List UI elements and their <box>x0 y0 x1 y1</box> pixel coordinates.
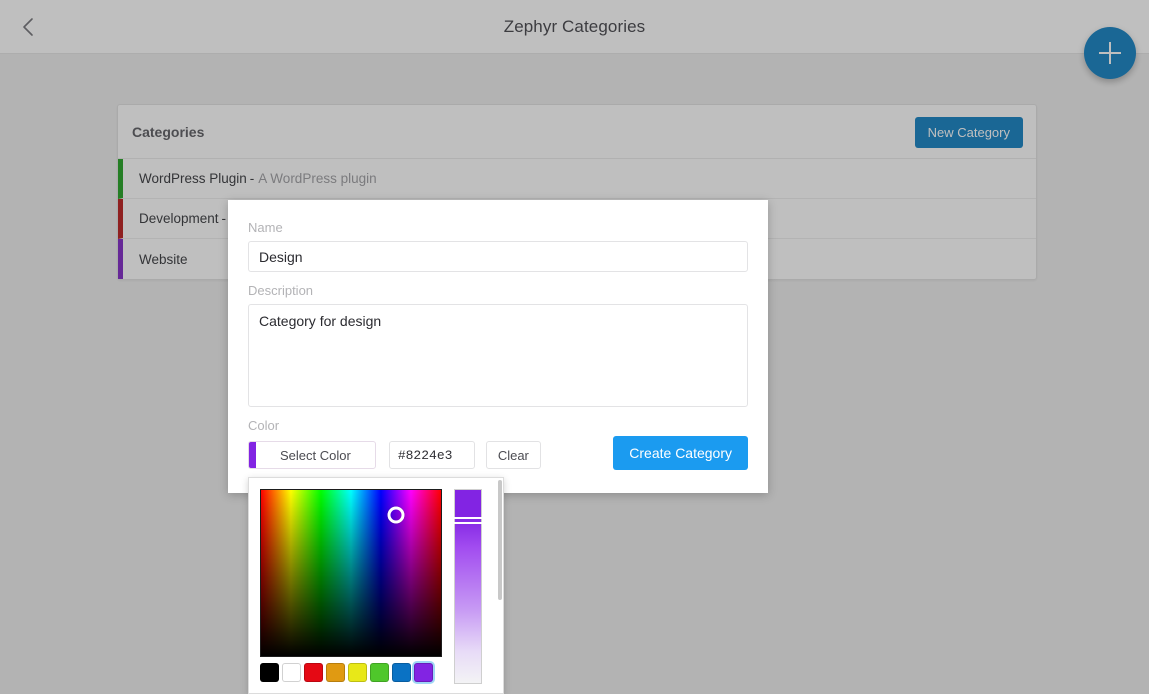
preset-swatch-blue[interactable] <box>392 663 411 682</box>
color-picker-left <box>260 489 442 682</box>
picker-scrollbar[interactable] <box>498 480 502 600</box>
description-field-group: Description <box>248 283 748 407</box>
preset-swatch-green[interactable] <box>370 663 389 682</box>
saturation-value-area[interactable] <box>260 489 442 657</box>
preset-swatch-orange[interactable] <box>326 663 345 682</box>
color-brightness-slider[interactable] <box>453 489 485 684</box>
color-picker-cursor[interactable] <box>387 506 405 524</box>
name-label: Name <box>248 220 283 235</box>
color-picker-popup <box>248 477 504 694</box>
preset-swatch-yellow[interactable] <box>348 663 367 682</box>
create-category-button[interactable]: Create Category <box>613 436 748 470</box>
clear-color-button[interactable]: Clear <box>485 441 541 469</box>
name-field-group: Name <box>248 220 748 272</box>
description-textarea[interactable] <box>248 304 748 407</box>
app-root: Zephyr Categories Categories New Categor… <box>0 0 1149 694</box>
select-color-button[interactable]: Select Color <box>248 441 376 469</box>
hex-color-input[interactable] <box>388 441 475 469</box>
preset-swatch-row <box>260 663 442 682</box>
color-picker-right <box>453 489 485 684</box>
preset-swatch-purple[interactable] <box>414 663 433 682</box>
current-color-swatch <box>249 442 256 468</box>
color-field-group: Color Select Color Clear Create Category <box>248 418 748 471</box>
category-form-dialog: Name Description Color Select Color Clea… <box>228 200 768 493</box>
slider-handle[interactable] <box>453 517 485 525</box>
preset-swatch-white[interactable] <box>282 663 301 682</box>
description-label: Description <box>248 283 314 298</box>
preset-swatch-red[interactable] <box>304 663 323 682</box>
color-label: Color <box>248 418 280 433</box>
color-controls-row: Select Color Clear Create Category <box>248 436 748 471</box>
preset-swatch-black[interactable] <box>260 663 279 682</box>
select-color-label: Select Color <box>280 447 351 463</box>
name-input[interactable] <box>248 241 748 272</box>
